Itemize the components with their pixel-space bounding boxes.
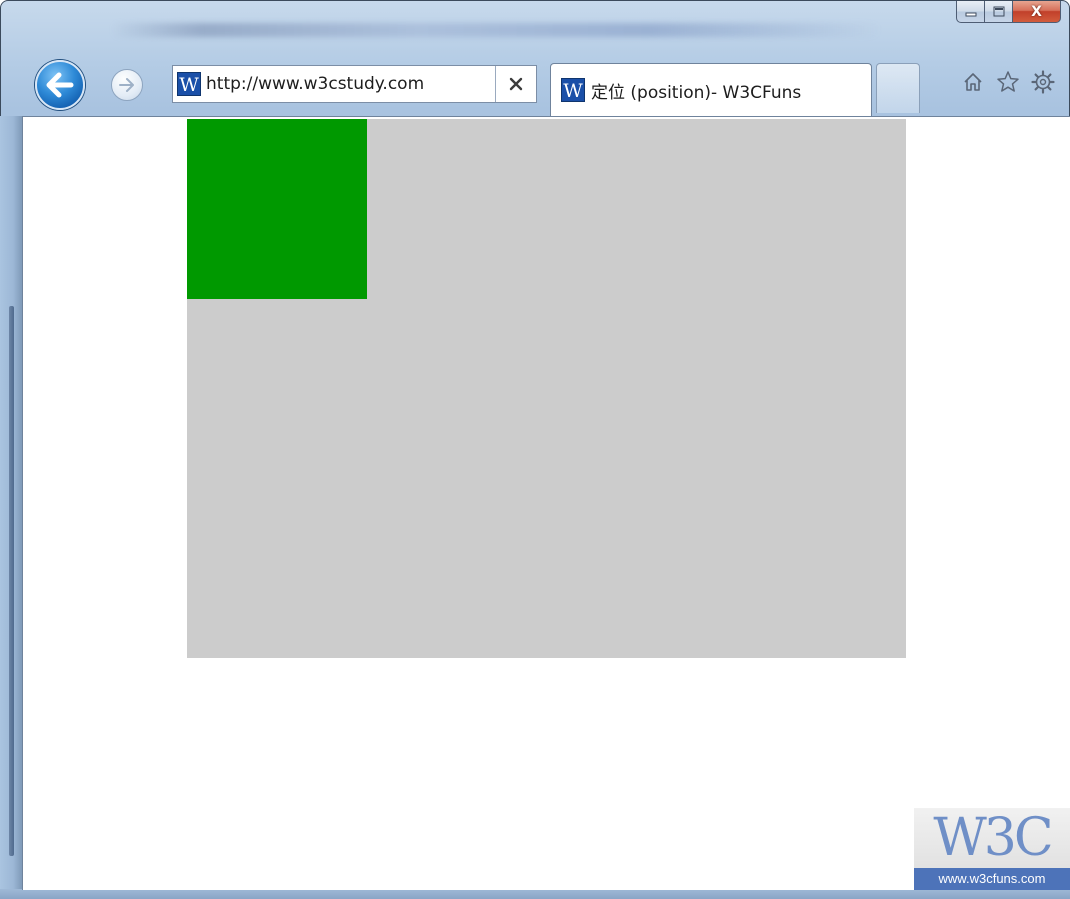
absolute-positioned-box — [187, 119, 367, 299]
tab-favicon-icon: W — [561, 78, 585, 102]
site-favicon-icon: W — [177, 72, 201, 96]
stop-button[interactable] — [496, 66, 536, 102]
forward-button[interactable] — [111, 69, 143, 101]
tools-button[interactable] — [1030, 69, 1055, 94]
window-title-blur — [111, 23, 881, 37]
close-window-button[interactable]: X — [1013, 1, 1061, 23]
w3c-logo: W3C — [933, 808, 1053, 868]
back-button[interactable] — [35, 60, 85, 110]
address-url[interactable]: http://www.w3cstudy.com — [206, 74, 495, 94]
gear-icon — [1030, 69, 1055, 94]
tab-title: 定位 (position)- W3CFuns — [591, 82, 802, 103]
minimize-button[interactable] — [956, 1, 985, 23]
arrow-left-icon — [46, 72, 74, 98]
maximize-icon — [993, 6, 1004, 16]
new-tab-button[interactable] — [876, 63, 920, 113]
watermark-url: www.w3cfuns.com — [914, 868, 1070, 890]
close-icon: X — [1031, 3, 1042, 20]
favorites-button[interactable] — [995, 69, 1020, 94]
minimize-icon — [965, 12, 976, 16]
close-icon — [509, 77, 523, 91]
address-bar[interactable]: W http://www.w3cstudy.com — [172, 65, 537, 103]
window-bottom-frame — [0, 889, 1070, 899]
page-viewport: W3C www.w3cfuns.com — [22, 116, 1070, 890]
maximize-button[interactable] — [985, 1, 1013, 23]
relative-container-box — [187, 119, 906, 658]
tab-active[interactable]: W 定位 (position)- W3CFuns — [550, 63, 872, 118]
home-icon — [963, 72, 982, 91]
home-button[interactable] — [960, 69, 985, 94]
star-icon — [996, 70, 1019, 92]
w3cfuns-watermark: W3C www.w3cfuns.com — [914, 808, 1070, 890]
command-icons — [960, 69, 1055, 94]
window-left-frame — [0, 116, 22, 899]
caption-buttons: X — [956, 1, 1061, 23]
arrow-right-icon — [119, 78, 134, 92]
